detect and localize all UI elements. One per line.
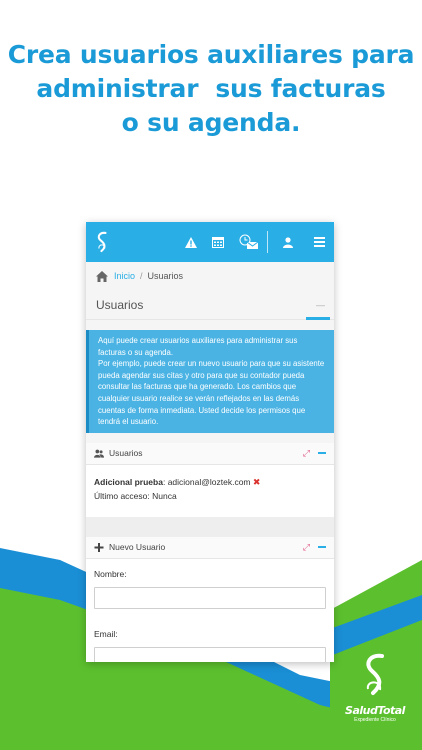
- warning-icon[interactable]: [184, 234, 198, 250]
- collapse-icon[interactable]: [318, 452, 326, 455]
- brand-name: SaludTotal: [345, 704, 405, 717]
- salud-total-logo-mark: [366, 653, 384, 695]
- user-name[interactable]: Adicional prueba: [94, 477, 163, 487]
- new-user-form: Nombre: Email:: [86, 559, 334, 662]
- brand-subtitle: Expediente Clínico: [354, 717, 396, 723]
- calendar-icon[interactable]: [212, 234, 225, 250]
- users-panel-body: Adicional prueba: adicional@loztek.com ✖…: [86, 465, 334, 517]
- email-label: Email:: [94, 628, 118, 639]
- headline: Crea usuarios auxiliares para administra…: [0, 38, 422, 140]
- section-gap: [86, 516, 334, 537]
- last-access: Último acceso: Nunca: [94, 490, 177, 501]
- users-panel-title: Usuarios: [109, 448, 143, 459]
- page-content: Aquí puede crear usuarios auxiliares par…: [86, 320, 334, 662]
- menu-icon[interactable]: [313, 234, 326, 250]
- home-icon[interactable]: [96, 270, 108, 282]
- clock-mail-icon[interactable]: [239, 234, 259, 250]
- expand-icon[interactable]: ⤢: [303, 542, 310, 553]
- page-title: Usuarios: [96, 297, 144, 312]
- collapse-icon[interactable]: [318, 546, 326, 549]
- email-input[interactable]: [94, 646, 326, 662]
- info-alert: Aquí puede crear usuarios auxiliares par…: [86, 330, 334, 433]
- title-underline: [306, 317, 330, 320]
- brand-logo: SaludTotal Expediente Clínico: [340, 652, 410, 738]
- headline-line-2: administrar sus facturas: [36, 74, 386, 103]
- info-text: Aquí puede crear usuarios auxiliares par…: [98, 336, 325, 427]
- page-header: Usuarios —: [86, 290, 334, 320]
- users-panel-header: Usuarios ⤢: [86, 442, 334, 465]
- navbar-separator: [266, 231, 268, 253]
- plus-icon: [94, 542, 104, 552]
- breadcrumb-home-link[interactable]: Inicio: [114, 271, 135, 281]
- collapse-control[interactable]: —: [316, 300, 325, 310]
- breadcrumb-separator: /: [140, 271, 143, 281]
- headline-line-3: o su agenda.: [121, 108, 301, 137]
- users-panel: Usuarios ⤢ Adicional prueba: adicional@l…: [86, 442, 334, 517]
- new-user-panel-header: Nuevo Usuario ⤢: [86, 536, 334, 559]
- users-icon: [94, 449, 104, 458]
- app-screen: Inicio / Usuarios Usuarios — Aquí puede …: [86, 222, 334, 662]
- user-entry: Adicional prueba: adicional@loztek.com ✖: [94, 475, 326, 489]
- new-user-panel: Nuevo Usuario ⤢ Nombre: Email:: [86, 536, 334, 662]
- breadcrumb: Inicio / Usuarios: [86, 262, 334, 290]
- delete-user-icon[interactable]: ✖: [253, 477, 261, 487]
- nombre-label: Nombre:: [94, 568, 127, 579]
- user-email: : adicional@loztek.com: [162, 476, 251, 487]
- headline-line-1: Crea usuarios auxiliares para: [7, 40, 415, 69]
- breadcrumb-current: Usuarios: [147, 271, 184, 281]
- user-icon[interactable]: [282, 234, 295, 250]
- new-user-panel-title: Nuevo Usuario: [109, 542, 166, 553]
- salud-total-s-logo[interactable]: [94, 228, 110, 256]
- nombre-input[interactable]: [94, 586, 326, 609]
- expand-icon[interactable]: ⤢: [303, 448, 310, 459]
- top-navbar: [86, 222, 334, 262]
